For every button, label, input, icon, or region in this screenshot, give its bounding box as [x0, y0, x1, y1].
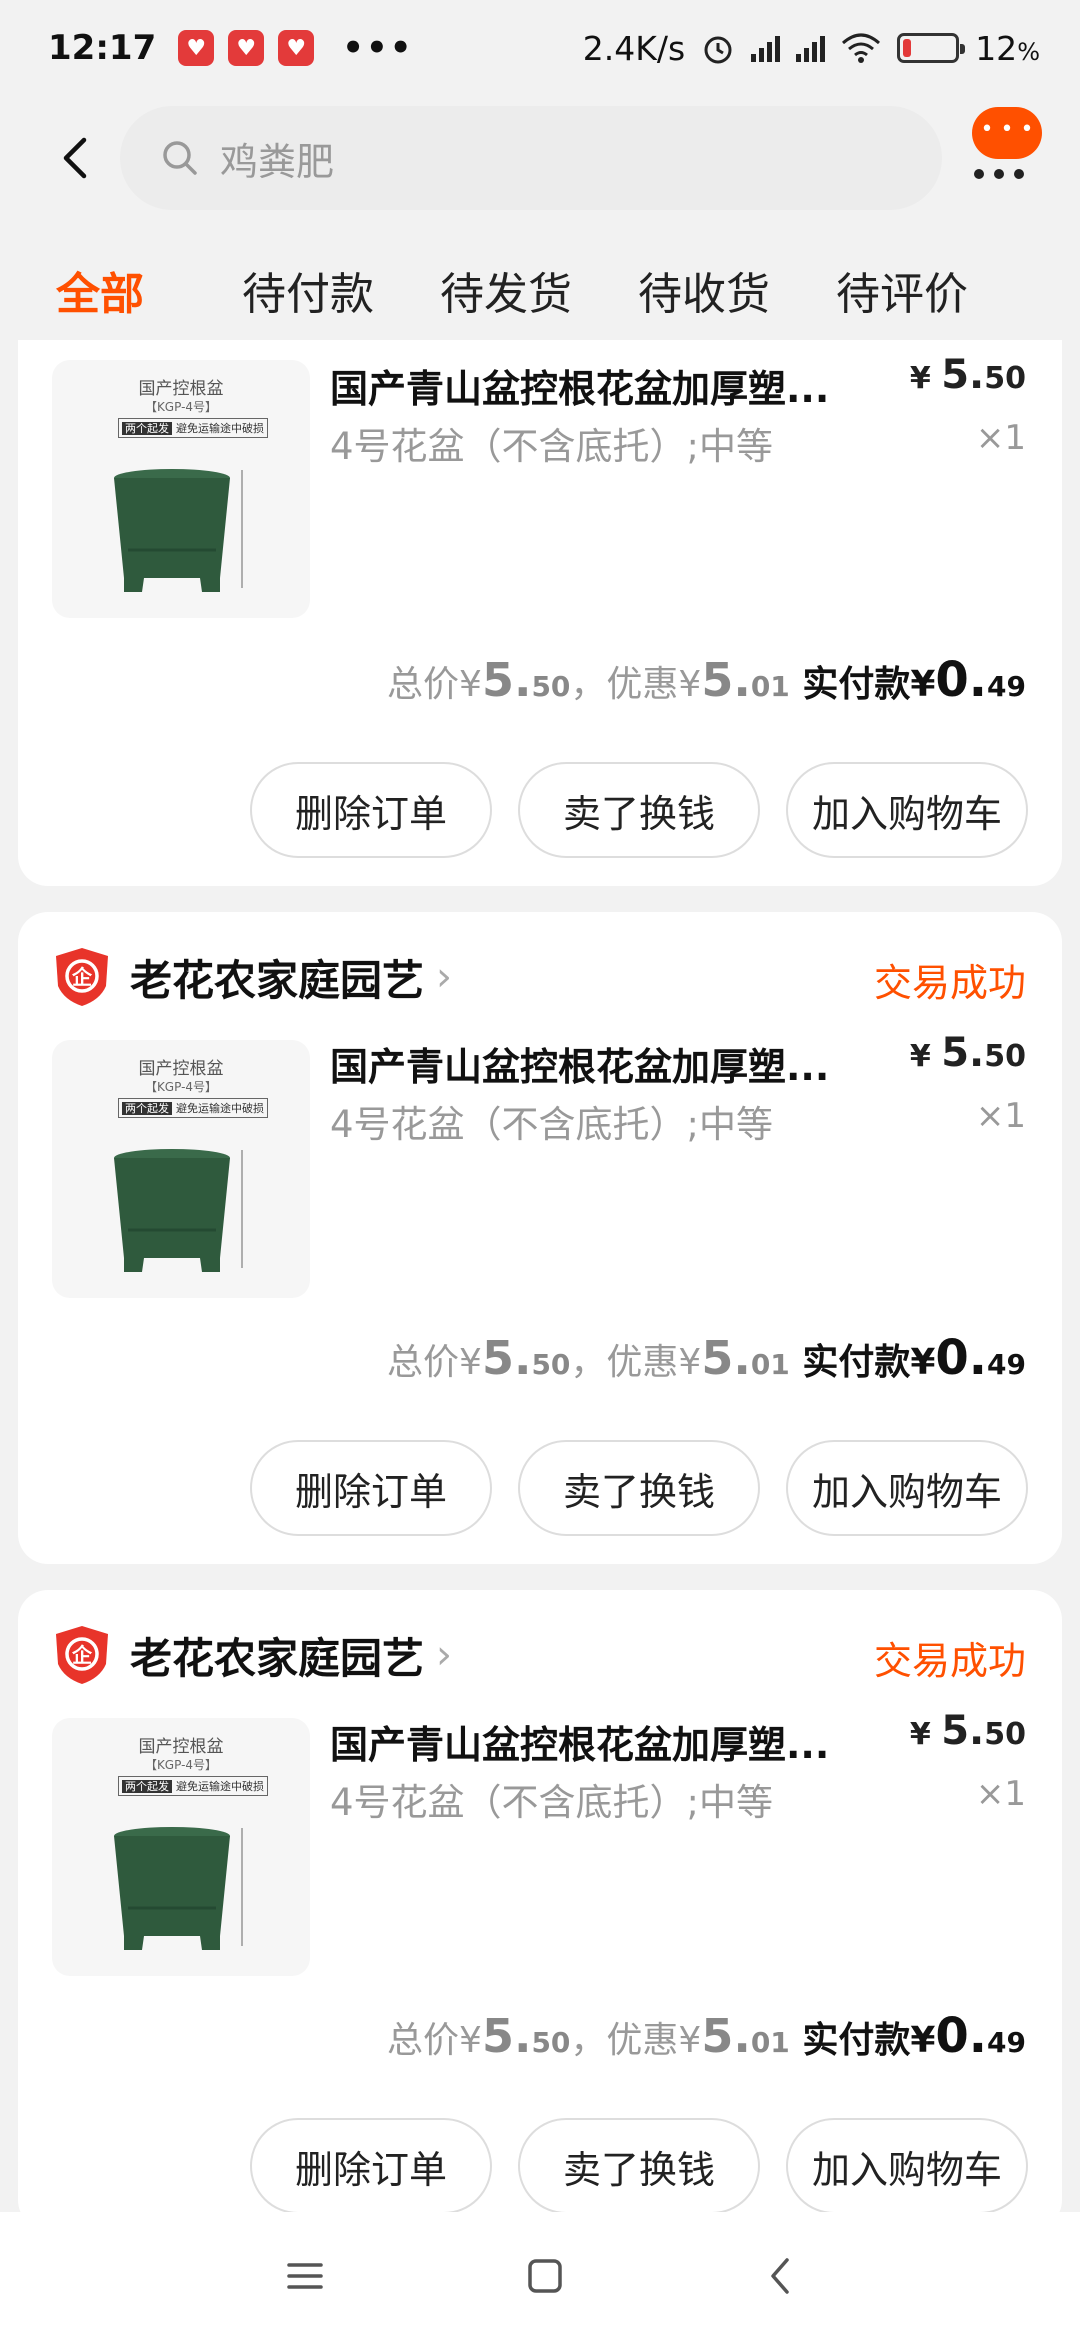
signal-icon — [751, 34, 781, 62]
order-status: 交易成功 — [873, 961, 1026, 1005]
product-quantity: ×1 — [975, 1774, 1026, 1814]
product-thumbnail[interactable]: 国产控根盆 【KGP-4号】 两个起发 避免运输途中破损 — [52, 360, 310, 618]
delete-order-button[interactable]: 删除订单 — [250, 2118, 492, 2214]
back-nav-icon[interactable] — [765, 2256, 795, 2296]
sell-item-button[interactable]: 卖了换钱 — [518, 1440, 760, 1536]
order-status: 交易成功 — [873, 1639, 1026, 1683]
delete-order-button[interactable]: 删除订单 — [250, 1440, 492, 1536]
status-bar: 12:17 ♥ ♥ ♥ ••• 2.4K/s 12% — [0, 0, 1080, 96]
more-menu-button[interactable]: • • • — [952, 107, 1042, 203]
tab-pending-shipment[interactable]: 待发货 — [440, 258, 572, 322]
search-header: 鸡粪肥 • • • — [0, 96, 1080, 220]
more-notifications-icon: ••• — [342, 28, 414, 68]
chevron-right-icon: › — [436, 1632, 453, 1678]
search-placeholder: 鸡粪肥 — [220, 139, 335, 184]
product-quantity: ×1 — [975, 1096, 1026, 1136]
shop-logo-icon: 企 — [56, 1626, 108, 1684]
message-bubble-icon: • • • — [972, 107, 1042, 159]
more-dots-icon — [974, 169, 1024, 179]
search-input[interactable]: 鸡粪肥 — [120, 106, 942, 210]
app-notification-icon: ♥ — [228, 30, 265, 66]
flower-pot-image — [114, 1827, 243, 1950]
flower-pot-image — [114, 1149, 243, 1272]
product-thumbnail[interactable]: 国产控根盆 【KGP-4号】 两个起发 避免运输途中破损 — [52, 1040, 310, 1298]
app-notification-icon: ♥ — [178, 30, 215, 66]
product-spec: 4号花盆（不含底托）;中等 — [330, 425, 774, 468]
svg-text:企: 企 — [71, 1643, 93, 1667]
order-summary: 总价¥5.50，优惠¥5.01 实付款¥0.49 — [387, 652, 1026, 708]
tab-all[interactable]: 全部 — [56, 258, 144, 322]
product-spec: 4号花盆（不含底托）;中等 — [330, 1103, 774, 1146]
product-price: ¥ 5.50 — [909, 352, 1026, 398]
chevron-left-icon — [63, 137, 87, 179]
sell-item-button[interactable]: 卖了换钱 — [518, 2118, 760, 2214]
product-thumbnail[interactable]: 国产控根盆 【KGP-4号】 两个起发 避免运输途中破损 — [52, 1718, 310, 1976]
order-card[interactable]: 企 老花农家庭园艺 › 交易成功 国产控根盆 【KGP-4号】 两个起发 避免运输… — [18, 1590, 1062, 2230]
sell-item-button[interactable]: 卖了换钱 — [518, 762, 760, 858]
search-icon — [163, 141, 197, 175]
tab-pending-review[interactable]: 待评价 — [836, 258, 968, 322]
add-to-cart-button[interactable]: 加入购物车 — [786, 2118, 1028, 2214]
network-speed: 2.4K/s — [582, 28, 686, 68]
shop-link[interactable]: 企 老花农家庭园艺 › — [54, 948, 452, 1006]
system-nav-bar — [0, 2212, 1080, 2340]
product-title[interactable]: 国产青山盆控根花盆加厚塑... — [330, 1714, 829, 1769]
shop-name: 老花农家庭园艺 — [130, 955, 425, 1005]
product-title[interactable]: 国产青山盆控根花盆加厚塑... — [330, 358, 829, 413]
order-summary: 总价¥5.50，优惠¥5.01 实付款¥0.49 — [387, 2008, 1026, 2064]
add-to-cart-button[interactable]: 加入购物车 — [786, 762, 1028, 858]
order-card[interactable]: 国产控根盆 【KGP-4号】 两个起发 避免运输途中破损 国产青山盆控根花盆加厚塑… — [18, 340, 1062, 886]
battery-percent: 12% — [975, 28, 1040, 68]
flower-pot-image — [114, 469, 243, 592]
svg-text:企: 企 — [71, 965, 93, 989]
tab-pending-payment[interactable]: 待付款 — [242, 258, 374, 322]
delete-order-button[interactable]: 删除订单 — [250, 762, 492, 858]
alarm-icon — [704, 36, 732, 64]
shop-name: 老花农家庭园艺 — [130, 1633, 425, 1683]
wifi-icon — [842, 33, 881, 63]
home-icon[interactable] — [525, 2256, 565, 2296]
product-price: ¥ 5.50 — [909, 1030, 1026, 1076]
battery-icon — [897, 33, 966, 63]
product-spec: 4号花盆（不含底托）;中等 — [330, 1781, 774, 1824]
hd-signal-icon — [796, 34, 826, 62]
product-quantity: ×1 — [975, 418, 1026, 458]
add-to-cart-button[interactable]: 加入购物车 — [786, 1440, 1028, 1536]
order-card[interactable]: 企 老花农家庭园艺 › 交易成功 国产控根盆 【KGP-4号】 两个起发 避免运输… — [18, 912, 1062, 1564]
menu-icon[interactable] — [285, 2259, 325, 2293]
shop-logo-icon: 企 — [56, 948, 108, 1006]
order-summary: 总价¥5.50，优惠¥5.01 实付款¥0.49 — [387, 1330, 1026, 1386]
shop-link[interactable]: 企 老花农家庭园艺 › — [54, 1626, 452, 1684]
chevron-right-icon: › — [436, 954, 453, 1000]
order-tabs: 全部 待付款 待发货 待收货 待评价 — [0, 240, 1080, 340]
product-price: ¥ 5.50 — [909, 1708, 1026, 1754]
tab-pending-receipt[interactable]: 待收货 — [638, 258, 770, 322]
app-notification-icon: ♥ — [278, 30, 315, 66]
back-button[interactable] — [40, 123, 110, 193]
product-title[interactable]: 国产青山盆控根花盆加厚塑... — [330, 1036, 829, 1091]
status-time: 12:17 — [48, 28, 157, 68]
